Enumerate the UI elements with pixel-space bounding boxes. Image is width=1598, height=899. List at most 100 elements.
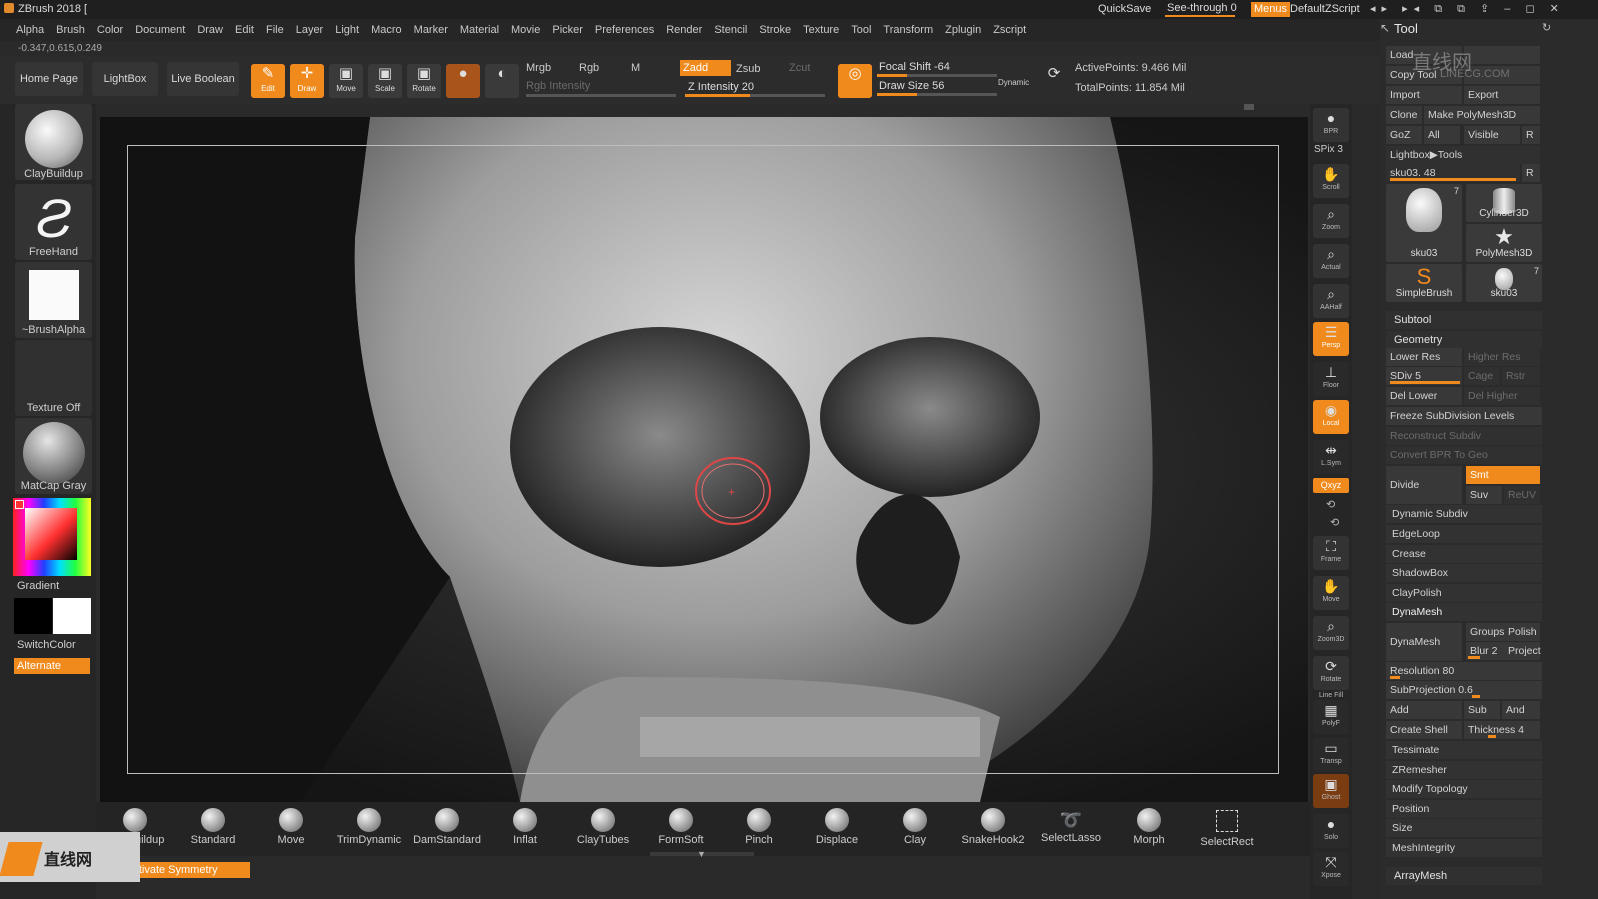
brush-trimdynamic[interactable]: TrimDynamic bbox=[333, 808, 405, 846]
menu-stroke[interactable]: Stroke bbox=[753, 19, 797, 41]
zcut-button[interactable]: Zcut bbox=[789, 62, 810, 74]
menu-movie[interactable]: Movie bbox=[505, 19, 546, 41]
goz-all-button[interactable]: All bbox=[1424, 126, 1460, 144]
color-picker[interactable] bbox=[13, 498, 91, 576]
menu-zplugin[interactable]: Zplugin bbox=[939, 19, 987, 41]
menu-layer[interactable]: Layer bbox=[290, 19, 330, 41]
smt-toggle[interactable]: Smt bbox=[1466, 466, 1540, 484]
color-square[interactable] bbox=[25, 508, 77, 560]
rstr-button[interactable]: Rstr bbox=[1502, 367, 1540, 385]
clone-button[interactable]: Clone bbox=[1386, 106, 1422, 124]
brush-move[interactable]: Move bbox=[255, 808, 327, 846]
reconstruct-subdiv-button[interactable]: Reconstruct Subdiv bbox=[1386, 427, 1542, 445]
menu-light[interactable]: Light bbox=[329, 19, 365, 41]
actual-button[interactable]: ⌕ Actual bbox=[1313, 244, 1349, 278]
sub-button[interactable]: Sub bbox=[1464, 701, 1500, 719]
convert-bpr-button[interactable]: Convert BPR To Geo bbox=[1386, 446, 1542, 464]
frame-button[interactable]: ⛶ Frame bbox=[1313, 536, 1349, 570]
menu-transform[interactable]: Transform bbox=[877, 19, 939, 41]
brush-selectlasso[interactable]: ➰ SelectLasso bbox=[1035, 808, 1107, 844]
xyz-button[interactable]: Qxyz bbox=[1313, 478, 1349, 493]
local-button[interactable]: ◉ Local bbox=[1313, 400, 1349, 434]
menus-button[interactable]: Menus bbox=[1251, 2, 1291, 17]
freeze-subdivision-button[interactable]: Freeze SubDivision Levels bbox=[1386, 407, 1542, 425]
make-polymesh-button[interactable]: Make PolyMesh3D bbox=[1424, 106, 1540, 124]
live-boolean-button[interactable]: Live Boolean bbox=[167, 62, 239, 96]
zoom-button[interactable]: ⌕ Zoom bbox=[1313, 204, 1349, 238]
modify-topology-section[interactable]: Modify Topology bbox=[1386, 780, 1542, 798]
menu-stencil[interactable]: Stencil bbox=[708, 19, 753, 41]
home-page-button[interactable]: Home Page bbox=[15, 62, 83, 96]
menu-tool[interactable]: Tool bbox=[845, 19, 877, 41]
draw-size-slider[interactable]: Draw Size 56 bbox=[879, 80, 944, 92]
bpr-button[interactable]: ● BPR bbox=[1313, 108, 1349, 142]
aahalf-button[interactable]: ⌕ AAHalf bbox=[1313, 284, 1349, 318]
mrgb-button[interactable]: Mrgb bbox=[526, 62, 551, 74]
z-intensity-slider[interactable]: Z Intensity 20 bbox=[688, 81, 754, 93]
ghost-button[interactable]: ▣ Ghost bbox=[1313, 774, 1349, 808]
palette-refresh-icon[interactable]: ↻ bbox=[1542, 21, 1551, 34]
m-button[interactable]: M bbox=[631, 62, 640, 74]
tool-r-button[interactable]: R bbox=[1522, 164, 1540, 182]
zsub-button[interactable]: Zsub bbox=[736, 63, 760, 75]
goz-r-button[interactable]: R bbox=[1522, 126, 1540, 144]
spix-slider[interactable]: SPix 3 bbox=[1314, 144, 1343, 155]
crease-section[interactable]: Crease bbox=[1386, 545, 1542, 563]
claypolish-section[interactable]: ClayPolish bbox=[1386, 584, 1542, 602]
window-controls[interactable]: ◂▸ ▸◂ ⧉ ⧉ ⇪ – ◻ ✕ bbox=[1370, 2, 1565, 16]
rotate-view-button[interactable]: ⟳ Rotate bbox=[1313, 656, 1349, 690]
meshintegrity-section[interactable]: MeshIntegrity bbox=[1386, 839, 1542, 857]
y-rotate-icon[interactable]: ⟲ bbox=[1326, 498, 1335, 511]
rgb-swatch-button[interactable]: ◐ bbox=[485, 64, 519, 98]
solo-button[interactable]: ● Solo bbox=[1313, 814, 1349, 848]
menu-alpha[interactable]: Alpha bbox=[10, 19, 50, 41]
menu-texture[interactable]: Texture bbox=[797, 19, 845, 41]
create-shell-button[interactable]: Create Shell bbox=[1386, 721, 1462, 739]
goz-button[interactable]: GoZ bbox=[1386, 126, 1422, 144]
menu-brush[interactable]: Brush bbox=[50, 19, 91, 41]
lsym-button[interactable]: ⇹ L.Sym bbox=[1313, 440, 1349, 474]
brush-pinch[interactable]: Pinch bbox=[723, 808, 795, 846]
alternate-button[interactable]: Alternate bbox=[14, 658, 90, 674]
menu-color[interactable]: Color bbox=[91, 19, 129, 41]
menu-draw[interactable]: Draw bbox=[191, 19, 229, 41]
edit-mode-button[interactable]: ✎ Edit bbox=[251, 64, 285, 98]
menu-render[interactable]: Render bbox=[660, 19, 708, 41]
rotate-mode-button[interactable]: ▣ Rotate bbox=[407, 64, 441, 98]
menu-file[interactable]: File bbox=[260, 19, 290, 41]
goz-visible-button[interactable]: Visible bbox=[1464, 126, 1520, 144]
size-section[interactable]: Size bbox=[1386, 819, 1542, 837]
resolution-slider[interactable]: Resolution 80 bbox=[1386, 662, 1542, 680]
groups-toggle[interactable]: Groups bbox=[1466, 623, 1504, 641]
lightbox-tools-button[interactable]: Lightbox▶Tools bbox=[1386, 146, 1540, 164]
transp-button[interactable]: ▭ Transp bbox=[1313, 738, 1349, 772]
move-view-button[interactable]: ✋ Move bbox=[1313, 576, 1349, 610]
chevron-down-icon[interactable]: ▼ bbox=[697, 849, 706, 859]
dynamesh-section[interactable]: DynaMesh bbox=[1386, 603, 1542, 621]
zremesher-section[interactable]: ZRemesher bbox=[1386, 761, 1542, 779]
menu-edit[interactable]: Edit bbox=[229, 19, 260, 41]
dynamic-size-button[interactable]: ⟳ bbox=[1037, 64, 1071, 98]
cage-button[interactable]: Cage bbox=[1464, 367, 1500, 385]
zoom3d-button[interactable]: ⌕ Zoom3D bbox=[1313, 616, 1349, 650]
scale-mode-button[interactable]: ▣ Scale bbox=[368, 64, 402, 98]
brush-displace[interactable]: Displace bbox=[801, 808, 873, 846]
arraymesh-section-header[interactable]: ArrayMesh bbox=[1386, 867, 1542, 885]
collapse-arrow-icon[interactable]: ↖ bbox=[1380, 21, 1390, 35]
switchcolor-button[interactable]: SwitchColor bbox=[17, 639, 76, 651]
polyf-button[interactable]: ▦ PolyF bbox=[1313, 700, 1349, 734]
project-toggle[interactable]: Project bbox=[1504, 642, 1541, 660]
import-button[interactable]: Import bbox=[1386, 86, 1462, 104]
menu-zscript[interactable]: Zscript bbox=[987, 19, 1032, 41]
move-mode-button[interactable]: ▣ Move bbox=[329, 64, 363, 98]
save-as-button[interactable] bbox=[1464, 46, 1540, 64]
shadowbox-section[interactable]: ShadowBox bbox=[1386, 564, 1542, 582]
brush-inflat[interactable]: Inflat bbox=[489, 808, 561, 846]
quicksave-button[interactable]: QuickSave bbox=[1098, 3, 1151, 15]
viewport-scroll-handle[interactable] bbox=[1244, 104, 1254, 110]
geometry-section-header[interactable]: Geometry bbox=[1386, 331, 1542, 349]
brush-selectrect[interactable]: SelectRect bbox=[1191, 808, 1263, 848]
brush-claytubes[interactable]: ClayTubes bbox=[567, 808, 639, 846]
brush-standard[interactable]: Standard bbox=[177, 808, 249, 846]
del-lower-button[interactable]: Del Lower bbox=[1386, 387, 1462, 405]
